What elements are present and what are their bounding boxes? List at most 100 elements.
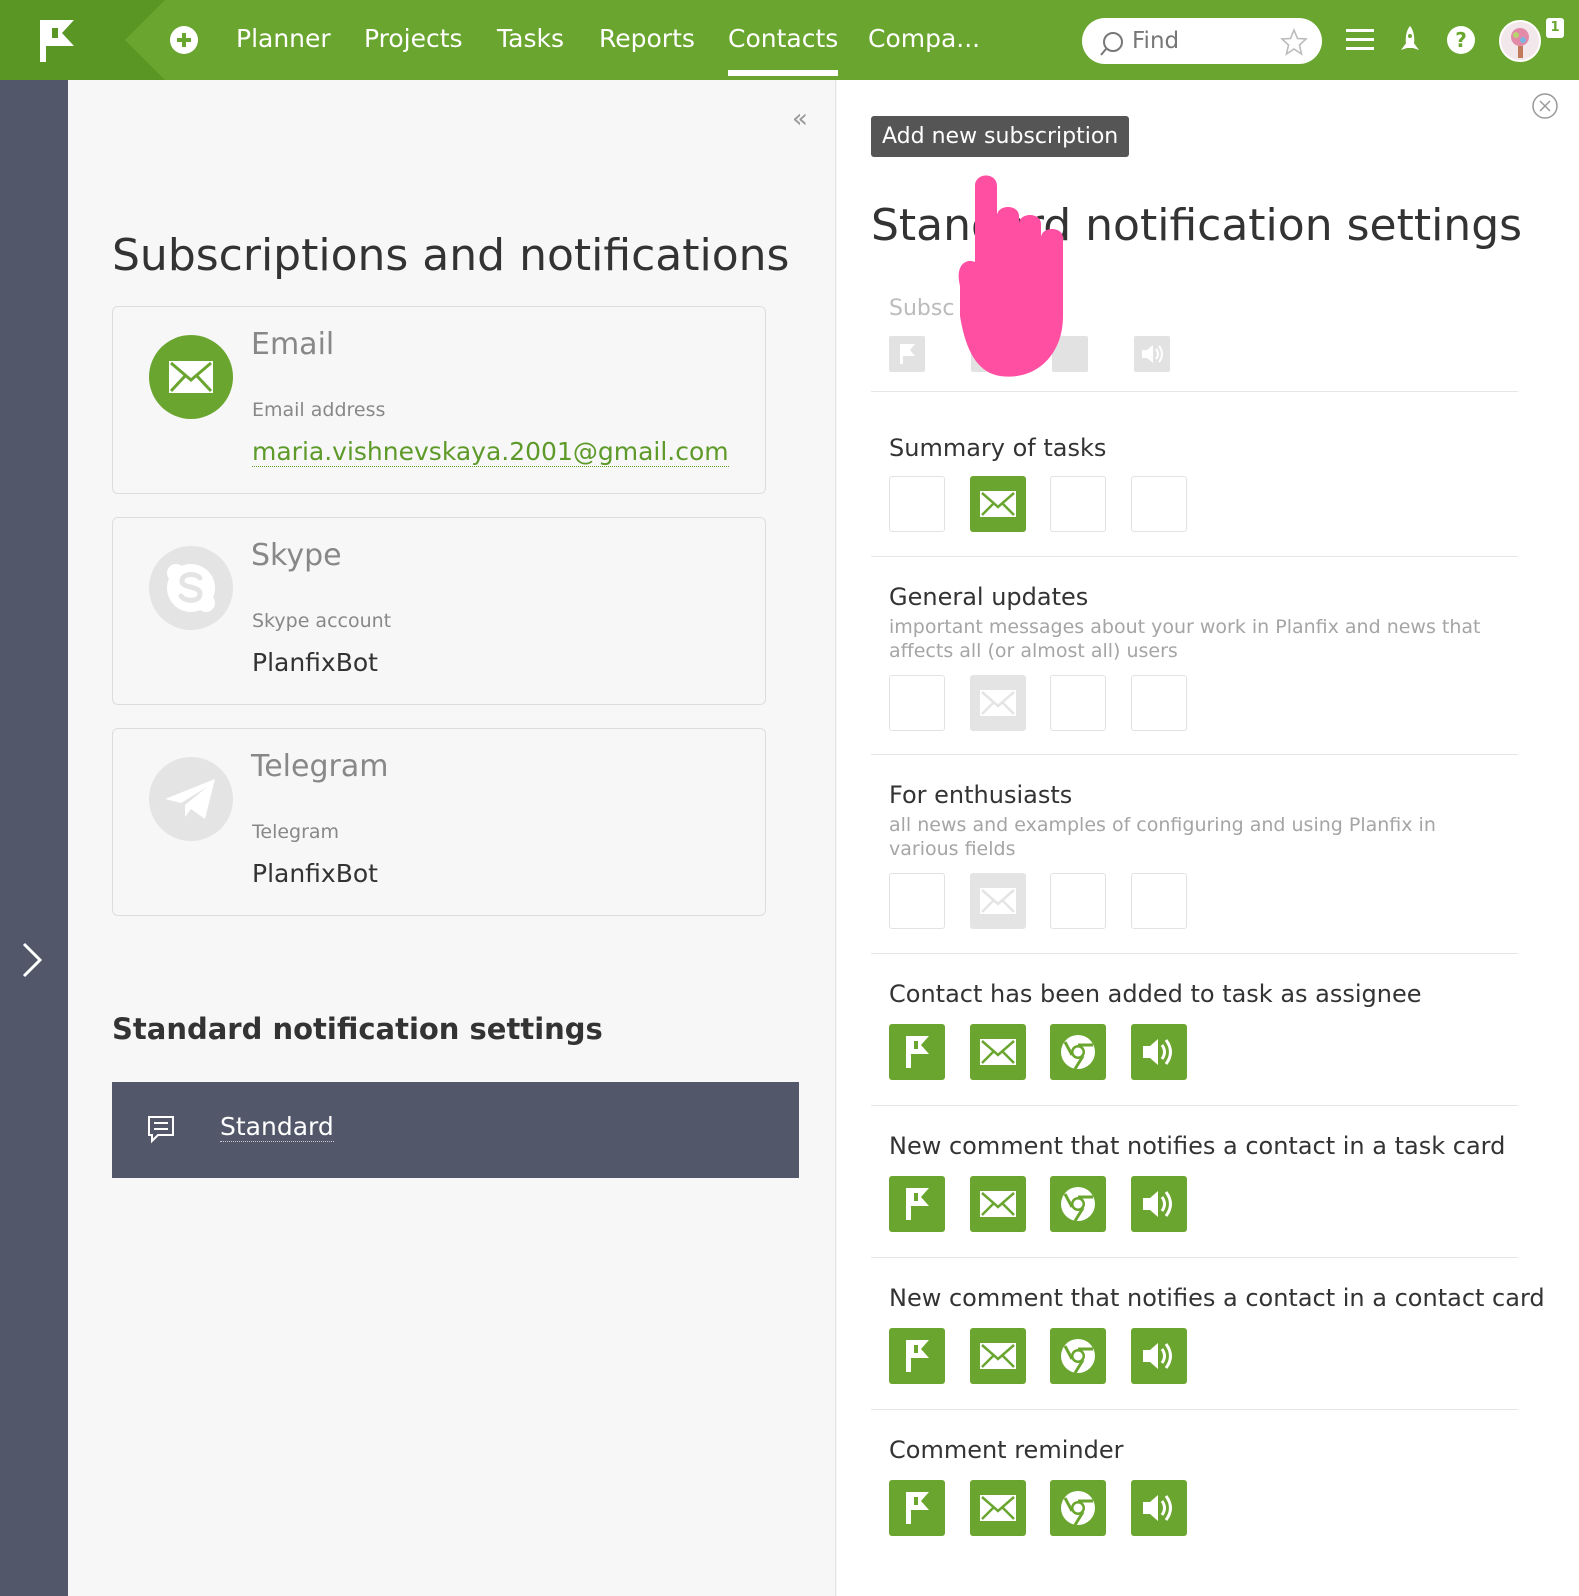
section-description: important messages about your work in Pl… [889, 616, 1481, 662]
notification-section: General updates important messages about … [871, 556, 1518, 754]
skype-icon [149, 546, 233, 630]
collapse-icon[interactable]: « [792, 104, 808, 134]
email-card: Email Email address maria.vishnevskaya.2… [112, 306, 766, 494]
telegram-account-value: PlanfixBot [252, 859, 378, 888]
email-icon-toggle[interactable] [970, 1176, 1026, 1232]
planfix-flag-icon-toggle[interactable] [889, 1024, 945, 1080]
section-title: Comment reminder [889, 1436, 1124, 1464]
email-icon-toggle[interactable] [970, 1024, 1026, 1080]
chrome-icon-toggle[interactable] [1050, 1024, 1106, 1080]
page-title: Subscriptions and notifications [112, 230, 790, 281]
chrome-icon [1061, 1491, 1095, 1526]
chrome-icon-toggle[interactable] [1050, 476, 1106, 532]
planfix-flag-icon[interactable] [889, 336, 925, 372]
standard-label[interactable]: Standard [220, 1112, 334, 1142]
nav-projects[interactable]: Projects [364, 24, 463, 53]
planfix-flag-icon-toggle[interactable] [889, 1480, 945, 1536]
planfix-flag-icon-toggle[interactable] [889, 476, 945, 532]
sound-icon-toggle[interactable] [1131, 1176, 1187, 1232]
subscriptions-panel: « Subscriptions and notifications Email … [68, 80, 836, 1596]
hamburger-menu-icon[interactable] [1346, 29, 1374, 51]
chrome-icon-toggle[interactable] [1050, 873, 1106, 929]
section-title: For enthusiasts [889, 781, 1073, 809]
planfix-flag-icon [906, 1188, 929, 1220]
nav-reports[interactable]: Reports [599, 24, 695, 53]
channel-name: Email [251, 327, 335, 362]
channel-toggle-row [889, 476, 1209, 532]
channel-name: Skype [251, 538, 342, 573]
standard-settings-item[interactable]: Standard [112, 1082, 799, 1178]
email-icon-toggle[interactable] [970, 476, 1026, 532]
chrome-icon [1061, 1339, 1095, 1374]
close-icon[interactable] [1531, 92, 1559, 120]
notification-section: For enthusiasts all news and examples of … [871, 754, 1518, 953]
sound-icon-toggle[interactable] [1131, 476, 1187, 532]
email-icon [980, 1495, 1016, 1521]
chrome-icon-toggle[interactable] [1050, 1328, 1106, 1384]
section-title: Summary of tasks [889, 434, 1107, 462]
email-icon-toggle[interactable] [970, 873, 1026, 929]
nav-planner[interactable]: Planner [236, 24, 331, 53]
email-icon-toggle[interactable] [970, 675, 1026, 731]
chat-icon [148, 1116, 174, 1144]
email-icon [980, 690, 1016, 716]
sound-icon[interactable] [1134, 336, 1170, 372]
email-icon-toggle[interactable] [970, 1328, 1026, 1384]
channel-label: Email address [252, 399, 386, 421]
chevron-right-icon[interactable] [20, 940, 44, 980]
rocket-icon[interactable] [1398, 24, 1422, 56]
planfix-flag-icon-toggle[interactable] [889, 1176, 945, 1232]
notification-badge[interactable]: 1 [1546, 18, 1564, 38]
sound-icon [1143, 1495, 1172, 1521]
add-new-icon[interactable] [170, 26, 198, 54]
planfix-logo[interactable] [0, 0, 165, 80]
channel-name: Telegram [251, 749, 389, 784]
telegram-card: Telegram Telegram PlanfixBot [112, 728, 766, 916]
top-navigation-bar: Planner Projects Tasks Reports Contacts … [0, 0, 1579, 80]
section-title: New comment that notifies a contact in a… [889, 1132, 1506, 1160]
chrome-icon-toggle[interactable] [1050, 1176, 1106, 1232]
nav-contacts[interactable]: Contacts [728, 24, 839, 76]
avatar[interactable] [1499, 20, 1541, 62]
chrome-icon [1061, 1187, 1095, 1222]
channel-toggle-row [889, 1024, 1209, 1080]
planfix-flag-icon-toggle[interactable] [889, 675, 945, 731]
chrome-icon-toggle[interactable] [1050, 675, 1106, 731]
chrome-icon [1061, 1035, 1095, 1070]
skype-card: Skype Skype account PlanfixBot [112, 517, 766, 705]
channel-toggle-row [889, 675, 1209, 731]
email-address-link[interactable]: maria.vishnevskaya.2001@gmail.com [252, 437, 729, 467]
notification-section: Contact has been added to task as assign… [871, 953, 1518, 1105]
planfix-flag-icon-toggle[interactable] [889, 873, 945, 929]
channel-toggle-row [889, 1480, 1209, 1536]
planfix-flag-icon-toggle[interactable] [889, 1328, 945, 1384]
email-icon-toggle[interactable] [970, 1480, 1026, 1536]
search-placeholder: Find [1132, 28, 1180, 54]
standard-settings-heading: Standard notification settings [112, 1012, 603, 1046]
help-icon[interactable]: ? [1447, 26, 1475, 54]
sound-icon [1143, 1191, 1172, 1217]
search-input[interactable]: Find [1082, 18, 1322, 64]
email-icon [980, 1191, 1016, 1217]
star-icon[interactable] [1280, 28, 1308, 56]
sound-icon-toggle[interactable] [1131, 675, 1187, 731]
email-icon [980, 1343, 1016, 1369]
section-title: New comment that notifies a contact in a… [889, 1284, 1545, 1312]
chrome-icon-toggle[interactable] [1050, 1480, 1106, 1536]
section-title: General updates [889, 583, 1089, 611]
notification-section: Summary of tasks [871, 391, 1518, 556]
telegram-icon [149, 757, 233, 841]
search-icon [1100, 32, 1123, 56]
sound-icon-toggle[interactable] [1131, 1024, 1187, 1080]
nav-tasks[interactable]: Tasks [497, 24, 564, 53]
sound-icon-toggle[interactable] [1131, 873, 1187, 929]
sound-icon [1143, 1343, 1172, 1369]
envelope-icon [149, 335, 233, 419]
notification-section: New comment that notifies a contact in a… [871, 1105, 1518, 1257]
hand-cursor-icon [958, 175, 1063, 377]
sound-icon-toggle[interactable] [1131, 1480, 1187, 1536]
sound-icon [1143, 1039, 1172, 1065]
nav-companies[interactable]: Compa... [868, 24, 980, 53]
sound-icon-toggle[interactable] [1131, 1328, 1187, 1384]
planfix-flag-icon [906, 1492, 929, 1524]
